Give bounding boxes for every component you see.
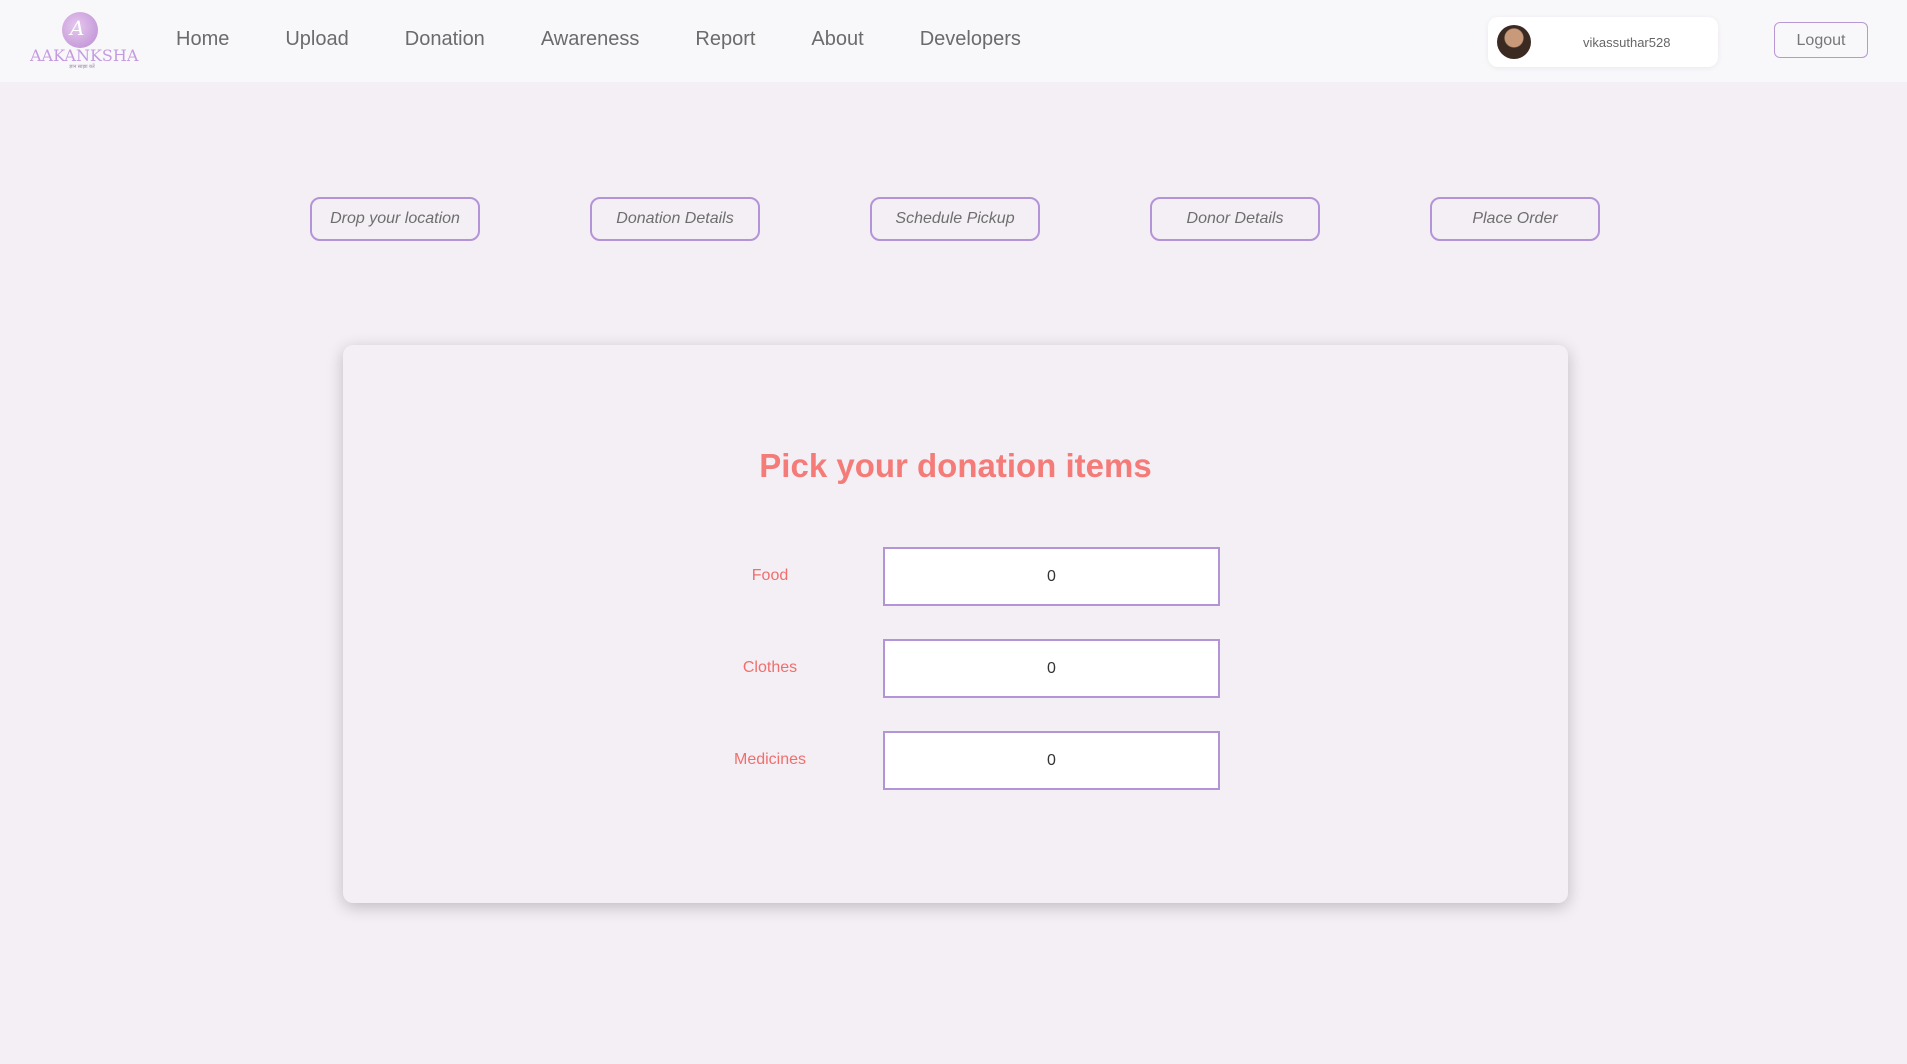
nav-item-about[interactable]: About	[811, 28, 863, 56]
step-donor-details-button[interactable]: Donor Details	[1150, 197, 1320, 241]
card-title: Pick your donation items	[759, 447, 1152, 484]
food-quantity-input[interactable]	[883, 547, 1220, 606]
brand-tagline: ज्ञान साझा करें	[69, 64, 95, 70]
clothes-quantity-input[interactable]	[883, 639, 1220, 698]
food-label: Food	[751, 567, 789, 584]
clothes-label: Clothes	[742, 659, 798, 676]
logout-button[interactable]: Logout	[1774, 22, 1868, 58]
step-drop-location-button[interactable]: Drop your location	[310, 197, 480, 241]
avatar	[1497, 25, 1531, 59]
username-label: vikassuthar528	[1583, 35, 1671, 50]
donation-items-card: Pick your donation items Food Clothes Me…	[343, 345, 1568, 903]
step-place-order-button[interactable]: Place Order	[1430, 197, 1600, 241]
step-schedule-pickup-button[interactable]: Schedule Pickup	[870, 197, 1040, 241]
brand-logo[interactable]: A AAKANKSHA ज्ञान साझा करें	[30, 12, 139, 72]
nav-item-home[interactable]: Home	[176, 28, 229, 56]
brand-name: AAKANKSHA	[30, 46, 139, 65]
medicines-label: Medicines	[733, 751, 807, 768]
user-profile-chip[interactable]: vikassuthar528	[1488, 17, 1718, 67]
nav-item-report[interactable]: Report	[695, 28, 755, 56]
nav-item-upload[interactable]: Upload	[285, 28, 348, 56]
nav-item-developers[interactable]: Developers	[920, 28, 1021, 56]
nav-item-awareness[interactable]: Awareness	[541, 28, 640, 56]
medicines-quantity-input[interactable]	[883, 731, 1220, 790]
logo-emblem-icon: A	[62, 12, 98, 48]
top-navbar: A AAKANKSHA ज्ञान साझा करें Home Upload …	[0, 0, 1907, 82]
nav-item-donation[interactable]: Donation	[405, 28, 485, 56]
donation-steps: Drop your location Donation Details Sche…	[0, 197, 1907, 241]
main-nav: Home Upload Donation Awareness Report Ab…	[176, 28, 1077, 56]
step-donation-details-button[interactable]: Donation Details	[590, 197, 760, 241]
